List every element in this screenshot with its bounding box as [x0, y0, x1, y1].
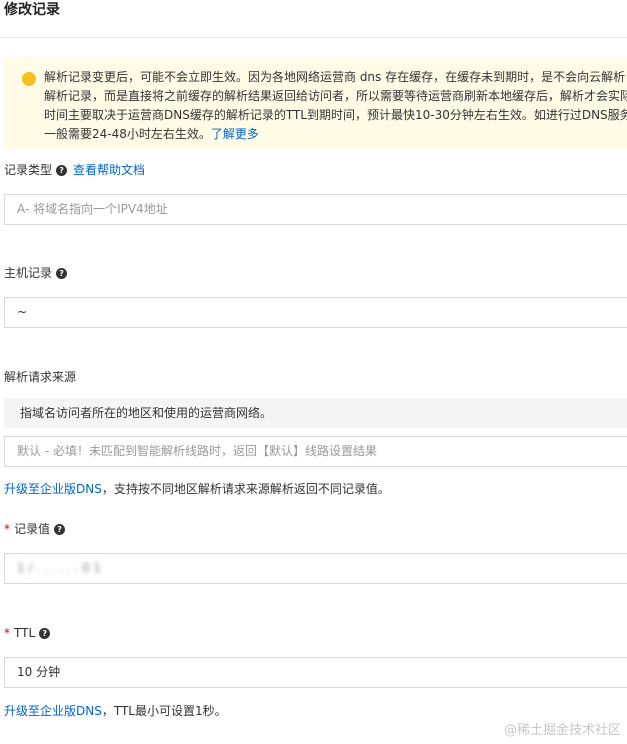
request-source-label: 解析请求来源 — [4, 370, 77, 384]
upgrade-hint: ，TTL最小可设置1秒。 — [101, 704, 227, 718]
request-source-upgrade-row: 升级至企业版DNS，支持按不同地区解析请求来源解析返回不同记录值。 — [4, 480, 390, 498]
watermark: @稀土掘金技术社区 — [503, 723, 621, 738]
page-title: 修改记录 — [4, 2, 60, 18]
record-type-placeholder: A- 将域名指向一个IPV4地址 — [17, 202, 168, 216]
ttl-label: TTL — [14, 626, 36, 640]
required-mark: * — [4, 522, 10, 536]
upgrade-hint: ，支持按不同地区解析请求来源解析返回不同记录值。 — [101, 482, 390, 496]
info-icon — [22, 72, 36, 86]
request-source-description: 指域名访问者所在的地区和使用的运营商网络。 — [4, 398, 627, 428]
upgrade-enterprise-link[interactable]: 升级至企业版DNS — [4, 704, 102, 718]
help-icon[interactable]: ? — [56, 267, 68, 279]
record-value-label: 记录值 — [14, 522, 51, 536]
ttl-label-row: * TTL ? — [4, 624, 51, 642]
notice-line-text: 一般需要24-48小时左右生效。 — [44, 127, 211, 141]
notice-line: 解析记录变更后，可能不会立即生效。因为各地网络运营商 dns 存在缓存，在缓存未… — [44, 70, 627, 84]
notice-banner: 解析记录变更后，可能不会立即生效。因为各地网络运营商 dns 存在缓存，在缓存未… — [4, 57, 627, 149]
help-docs-link[interactable]: 查看帮助文档 — [73, 161, 145, 179]
host-record-value: ~ — [17, 305, 28, 319]
host-record-label-row: 主机记录 ? — [4, 264, 68, 282]
notice-line: 时间主要取决于运营商DNS缓存的解析记录的TTL到期时间，预计最快10-30分钟… — [44, 108, 627, 122]
title-divider — [0, 37, 627, 38]
record-type-select[interactable]: A- 将域名指向一个IPV4地址 — [4, 194, 627, 225]
request-source-placeholder: 默认 - 必填！未匹配到智能解析线路时，返回【默认】线路设置结果 — [17, 444, 377, 458]
notice-line: 解析记录，而是直接将之前缓存的解析结果返回给访问者，所以需要等待运营商刷新本地缓… — [44, 89, 627, 103]
record-value-label-row: * 记录值 ? — [4, 520, 66, 538]
help-icon[interactable]: ? — [56, 164, 68, 176]
record-type-label: 记录类型 — [4, 163, 53, 177]
upgrade-enterprise-link[interactable]: 升级至企业版DNS — [4, 482, 102, 496]
request-source-select[interactable]: 默认 - 必填！未匹配到智能解析线路时，返回【默认】线路设置结果 — [4, 436, 627, 467]
record-value-input[interactable]: 1 / . . . . . . 0 1 — [4, 553, 627, 584]
record-type-label-row: 记录类型 ? 查看帮助文档 — [4, 161, 145, 179]
host-record-input[interactable]: ~ — [4, 297, 627, 328]
ttl-upgrade-row: 升级至企业版DNS，TTL最小可设置1秒。 — [4, 702, 227, 720]
help-icon[interactable]: ? — [39, 627, 51, 639]
request-source-label-row: 解析请求来源 — [4, 368, 76, 386]
help-icon[interactable]: ? — [54, 523, 66, 535]
learn-more-link[interactable]: 了解更多 — [211, 127, 259, 141]
record-value-value: 1 / . . . . . . 0 1 — [17, 561, 102, 575]
ttl-select[interactable]: 10 分钟 — [4, 657, 627, 688]
host-record-label: 主机记录 — [4, 266, 53, 280]
ttl-value: 10 分钟 — [17, 665, 61, 679]
required-mark: * — [4, 626, 10, 640]
notice-line-last: 一般需要24-48小时左右生效。了解更多 — [44, 125, 627, 144]
